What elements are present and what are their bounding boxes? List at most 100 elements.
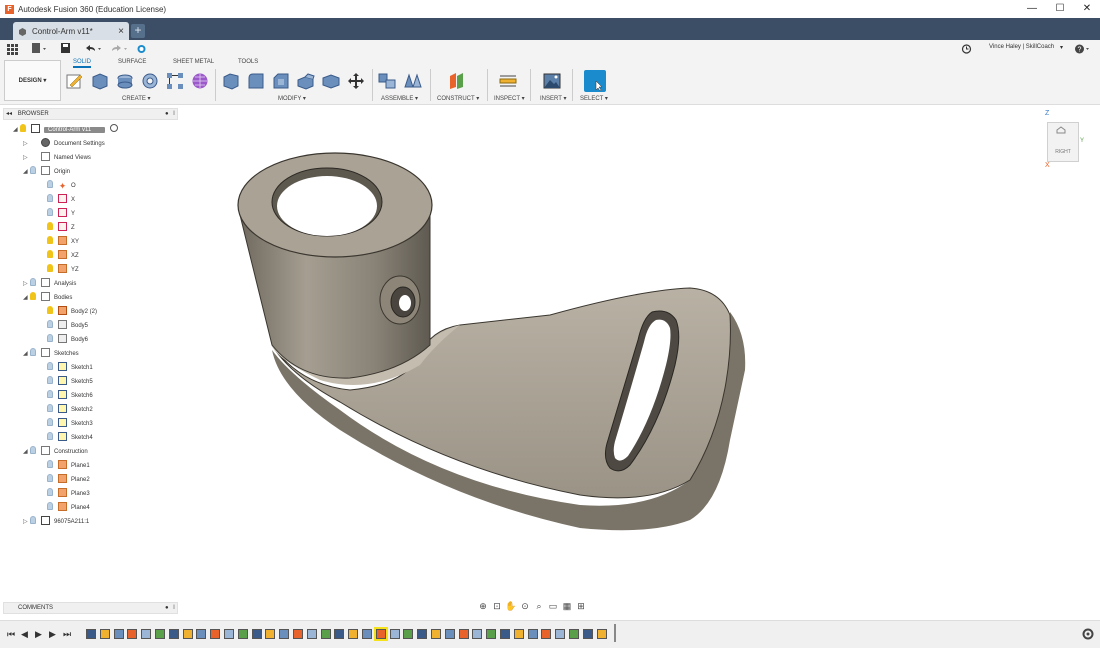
visibility-bulb-icon[interactable]: [47, 432, 53, 440]
shell-icon[interactable]: [297, 72, 315, 90]
visibility-bulb-icon[interactable]: [30, 292, 36, 300]
visibility-bulb-icon[interactable]: [47, 180, 53, 188]
tree-item-construction[interactable]: ◢ Construction: [23, 446, 88, 458]
press-pull-icon[interactable]: [222, 72, 240, 90]
visibility-bulb-icon[interactable]: [47, 264, 53, 272]
insert-menu[interactable]: INSERT ▾: [540, 95, 566, 102]
timeline-feature-icon[interactable]: [182, 629, 193, 639]
comments-pin-icon[interactable]: ‖: [173, 603, 175, 614]
create-sketch-icon[interactable]: [66, 72, 84, 90]
document-tab[interactable]: Control-Arm v11* ×: [13, 22, 129, 40]
visibility-bulb-icon[interactable]: [47, 404, 53, 412]
tab-surface[interactable]: SURFACE: [118, 59, 146, 65]
tree-item-document-settings[interactable]: ▷ Document Settings: [23, 138, 105, 150]
tree-item-sketch5[interactable]: Sketch5: [40, 376, 93, 388]
display-settings-icon[interactable]: ▭: [546, 601, 560, 612]
visibility-bulb-icon[interactable]: [47, 376, 53, 384]
tree-item-bodies[interactable]: ◢ Bodies: [23, 292, 72, 304]
fit-zoom-icon[interactable]: ⌕: [532, 601, 546, 612]
activate-radio-icon[interactable]: [109, 124, 118, 132]
modify-menu[interactable]: MODIFY ▾: [278, 95, 306, 102]
view-cube[interactable]: Z X Y RIGHT: [1042, 110, 1094, 172]
play-icon[interactable]: ▶: [35, 629, 42, 640]
browser-options-icon[interactable]: ●: [165, 109, 169, 120]
visibility-bulb-icon[interactable]: [47, 236, 53, 244]
expand-triangle-icon[interactable]: ▷: [23, 516, 30, 528]
timeline-feature-icon[interactable]: [389, 629, 400, 639]
tree-item-body5[interactable]: Body5: [40, 320, 88, 332]
assemble-menu[interactable]: ASSEMBLE ▾: [381, 95, 418, 102]
tree-item-x-axis[interactable]: X: [40, 194, 75, 206]
visibility-bulb-icon[interactable]: [30, 348, 36, 356]
timeline-feature-icon[interactable]: [500, 629, 510, 639]
pattern-icon[interactable]: [166, 72, 184, 90]
visibility-bulb-icon[interactable]: [47, 208, 53, 216]
timeline-feature-icon[interactable]: [224, 629, 234, 639]
tree-item-sketch4[interactable]: Sketch4: [40, 432, 93, 444]
combine-icon[interactable]: [322, 72, 340, 90]
select-icon[interactable]: [584, 70, 606, 92]
joint-icon[interactable]: [378, 72, 396, 90]
tree-item-body2[interactable]: Body2 (2): [40, 306, 97, 318]
tree-item-plane3[interactable]: Plane3: [40, 488, 90, 500]
visibility-bulb-icon[interactable]: [47, 362, 53, 370]
tree-item-sketch1[interactable]: Sketch1: [40, 362, 93, 374]
tree-item-sketch6[interactable]: Sketch6: [40, 390, 93, 402]
timeline-feature-icon[interactable]: [569, 629, 579, 639]
viewports-icon[interactable]: ⊞: [574, 601, 588, 612]
tree-item-plane1[interactable]: Plane1: [40, 460, 90, 472]
visibility-bulb-icon[interactable]: [47, 502, 53, 510]
tab-tools[interactable]: TOOLS: [238, 59, 258, 65]
grid-settings-icon[interactable]: ▦: [560, 601, 574, 612]
save-icon[interactable]: [60, 42, 71, 55]
timeline-feature-icon[interactable]: [527, 629, 538, 639]
timeline-feature-icon[interactable]: [168, 629, 179, 639]
move-copy-icon[interactable]: [347, 72, 365, 90]
timeline-feature-icon[interactable]: [541, 629, 552, 639]
visibility-bulb-icon[interactable]: [47, 194, 53, 202]
close-tab-icon[interactable]: ×: [118, 26, 124, 37]
timeline-feature-icon[interactable]: [334, 629, 345, 639]
visibility-bulb-icon[interactable]: [47, 306, 53, 314]
collapse-triangle-icon[interactable]: ◢: [13, 124, 20, 136]
timeline-feature-icon[interactable]: [196, 629, 207, 639]
timeline-feature-icon[interactable]: [458, 629, 469, 639]
tree-item-component[interactable]: ▷ 96075A211:1: [23, 516, 89, 528]
go-to-end-icon[interactable]: ⏭: [63, 629, 71, 640]
user-dropdown-icon[interactable]: ▾: [1060, 42, 1063, 55]
timeline-feature-icon[interactable]: [265, 629, 276, 639]
visibility-bulb-icon[interactable]: [30, 446, 36, 454]
visibility-bulb-icon[interactable]: [47, 460, 53, 468]
visibility-bulb-icon[interactable]: [30, 516, 36, 524]
tree-item-origin[interactable]: ◢ Origin: [23, 166, 70, 178]
timeline-feature-icon[interactable]: [444, 629, 455, 639]
clock-icon[interactable]: [961, 42, 972, 55]
timeline-feature-icon[interactable]: [582, 629, 593, 639]
browser-panel-header[interactable]: ◂◂ BROWSER ● ‖: [3, 108, 178, 120]
construct-menu[interactable]: CONSTRUCT ▾: [437, 95, 479, 102]
timeline-feature-icon[interactable]: [403, 629, 414, 639]
timeline-marker[interactable]: [614, 624, 616, 642]
tree-item-y-axis[interactable]: Y: [40, 208, 75, 220]
visibility-bulb-icon[interactable]: [47, 334, 53, 342]
visibility-bulb-icon[interactable]: [47, 474, 53, 482]
timeline-settings-gear-icon[interactable]: [1082, 628, 1094, 640]
timeline-feature-icon[interactable]: [373, 627, 388, 641]
inspect-menu[interactable]: INSPECT ▾: [494, 95, 525, 102]
timeline-feature-icon[interactable]: [320, 629, 331, 639]
timeline-feature-icon[interactable]: [141, 629, 152, 639]
tree-item-plane4[interactable]: Plane4: [40, 502, 90, 514]
minimize-button[interactable]: —: [1018, 0, 1046, 18]
help-icon[interactable]: ?: [1074, 42, 1090, 55]
visibility-bulb-icon[interactable]: [20, 124, 26, 132]
tree-item-z-axis[interactable]: Z: [40, 222, 75, 234]
timeline-feature-icon[interactable]: [431, 629, 441, 639]
go-to-start-icon[interactable]: ⏮: [7, 629, 15, 640]
timeline-feature-icon[interactable]: [417, 629, 428, 639]
timeline-feature-icon[interactable]: [306, 629, 317, 639]
tab-sheet-metal[interactable]: SHEET METAL: [173, 59, 214, 65]
select-menu[interactable]: SELECT ▾: [580, 95, 608, 102]
tree-root[interactable]: ◢ Control-Arm v11: [13, 124, 118, 136]
tab-solid[interactable]: SOLID: [73, 59, 92, 68]
step-forward-icon[interactable]: ▶: [49, 629, 56, 640]
